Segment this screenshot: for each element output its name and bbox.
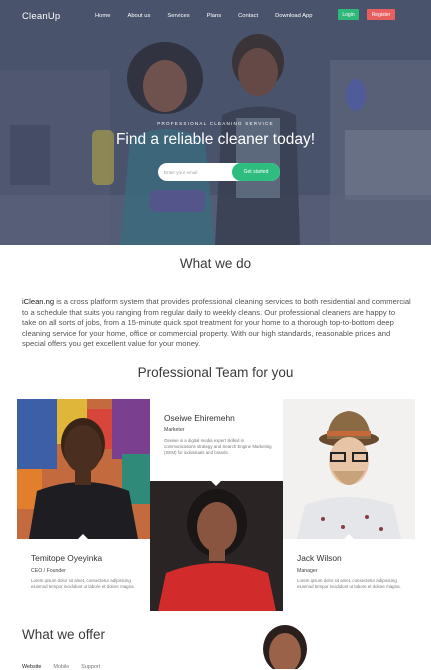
email-input[interactable] xyxy=(162,163,232,181)
tab-mobile[interactable]: Mobile xyxy=(53,664,69,670)
member-desc: Lorem ipsum dolor sit amet, consectetur … xyxy=(297,578,401,590)
login-button[interactable]: Login xyxy=(338,9,359,20)
brand-name: iClean.ng xyxy=(22,297,55,306)
nav-link-plans[interactable]: Plans xyxy=(207,13,222,19)
tab-website[interactable]: Website xyxy=(22,664,41,670)
signup-form: Get started xyxy=(158,163,280,181)
get-started-button[interactable]: Get started xyxy=(232,163,280,181)
top-nav: CleanUp Home About us Services Plans Con… xyxy=(0,0,431,34)
member-desc: Oseiwe is a digital media expert skilled… xyxy=(164,438,272,456)
card-pointer xyxy=(78,534,88,539)
oseiwe-photo xyxy=(150,481,283,611)
nav-link-services[interactable]: Services xyxy=(167,13,189,19)
member-desc: Lorem ipsum dolor sit amet, consectetur … xyxy=(31,578,135,590)
hero-kicker: PROFESSIONAL CLEANING SERVICE xyxy=(157,121,274,126)
tab-support[interactable]: Support xyxy=(81,664,100,670)
member-role: Manager xyxy=(297,568,318,574)
jack-photo xyxy=(283,399,415,539)
jack-info: Jack Wilson Manager Lorem ipsum dolor si… xyxy=(283,534,415,611)
team-title: Professional Team for you xyxy=(137,365,294,380)
nav-link-about[interactable]: About us xyxy=(127,13,150,19)
what-we-offer-title: What we offer xyxy=(22,627,106,642)
hero-banner: CleanUp Home About us Services Plans Con… xyxy=(0,0,431,245)
team-card-oseiwe: Oseiwe Ehiremehn Marketer Oseiwe is a di… xyxy=(150,399,283,611)
member-name: Temitope Oyeyinka xyxy=(31,553,103,563)
member-role: Marketer xyxy=(164,427,185,433)
team-card-jack: Jack Wilson Manager Lorem ipsum dolor si… xyxy=(283,399,415,611)
card-pointer xyxy=(211,481,221,486)
member-role: CEO / Founder xyxy=(31,568,66,574)
temitope-info: Temitope Oyeyinka CEO / Founder Lorem ip… xyxy=(17,534,150,611)
site-logo[interactable]: CleanUp xyxy=(22,11,60,22)
temitope-photo xyxy=(17,399,150,539)
about-text: is a cross platform system that provides… xyxy=(22,297,411,349)
member-name: Jack Wilson xyxy=(297,553,342,563)
about-paragraph: iClean.ng is a cross platform system tha… xyxy=(22,297,411,350)
offer-photo xyxy=(263,625,307,669)
team-card-temitope: Temitope Oyeyinka CEO / Founder Lorem ip… xyxy=(17,399,150,611)
what-we-do-title: What we do xyxy=(179,256,252,271)
register-button[interactable]: Register xyxy=(367,9,395,20)
nav-links: Home About us Services Plans Contact Dow… xyxy=(95,13,329,19)
hero-title: Find a reliable cleaner today! xyxy=(115,131,316,148)
card-pointer xyxy=(344,534,354,539)
nav-link-download-app[interactable]: Download App xyxy=(275,13,312,19)
team-grid: Temitope Oyeyinka CEO / Founder Lorem ip… xyxy=(17,399,415,611)
oseiwe-info: Oseiwe Ehiremehn Marketer Oseiwe is a di… xyxy=(150,399,283,486)
member-name: Oseiwe Ehiremehn xyxy=(164,413,235,423)
nav-link-home[interactable]: Home xyxy=(95,13,110,19)
nav-link-contact[interactable]: Contact xyxy=(238,13,258,19)
offer-tabs: Website Mobile Support xyxy=(22,664,100,670)
